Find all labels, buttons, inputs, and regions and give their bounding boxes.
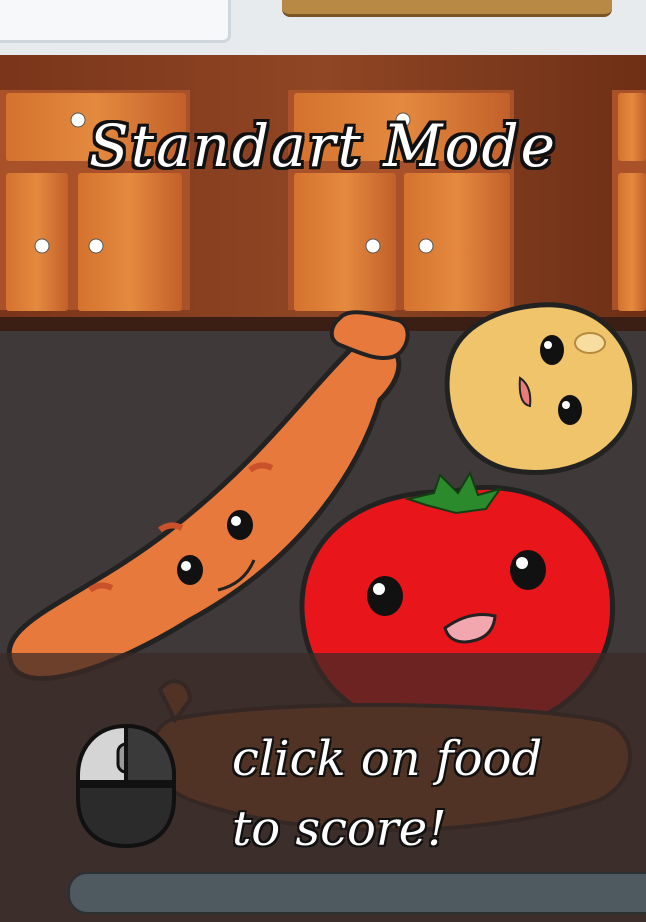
game-scene: Standart Mode click on food to score! bbox=[0, 0, 646, 922]
hint-line-2: to score! bbox=[232, 801, 447, 857]
mouse-icon bbox=[76, 723, 176, 849]
hint-line-1: click on food bbox=[232, 731, 543, 787]
hint-text: click on food to score! bbox=[232, 724, 542, 864]
score-bar bbox=[68, 872, 646, 914]
potato-food[interactable] bbox=[444, 302, 638, 475]
